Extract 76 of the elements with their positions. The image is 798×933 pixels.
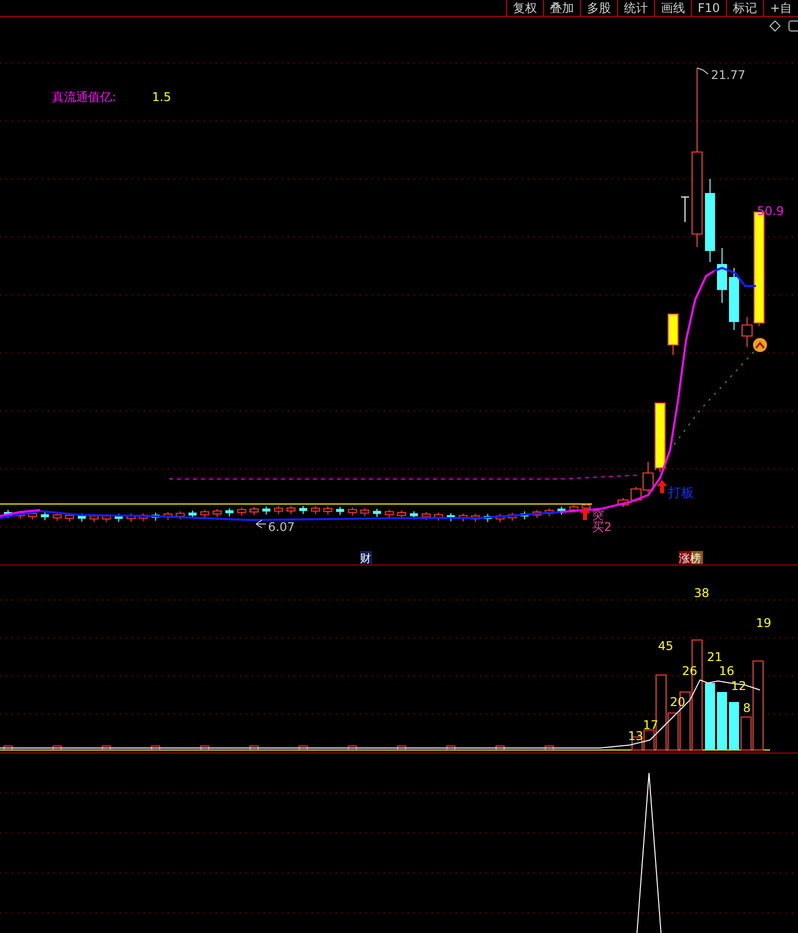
candlestick — [65, 512, 74, 522]
diamond-icon[interactable] — [769, 20, 781, 32]
candlestick — [532, 509, 542, 518]
candlestick — [520, 510, 529, 520]
indicator-label: 真流通值亿: — [52, 90, 116, 104]
signal-arrow-icon — [580, 507, 590, 520]
volume-label: 45 — [658, 639, 674, 653]
volume-bar — [544, 746, 554, 750]
candlestick — [410, 510, 418, 520]
volume-bar — [397, 746, 406, 750]
high-price-label: 21.77 — [711, 68, 746, 82]
candlestick — [28, 511, 38, 520]
candlestick — [446, 512, 455, 522]
signal-label: 突 — [592, 508, 604, 522]
indicator-value: 1.5 — [152, 90, 172, 104]
volume-bar — [348, 746, 357, 750]
candlestick — [188, 510, 196, 520]
candlestick — [176, 510, 185, 520]
volume-bar — [729, 702, 739, 750]
volume-bar — [717, 692, 727, 750]
low-price-label: 6.07 — [268, 520, 295, 534]
candlestick — [225, 508, 234, 517]
signal-label: 买2 — [592, 520, 612, 534]
volume-bar — [200, 746, 210, 750]
candlestick — [250, 506, 258, 516]
candlestick — [360, 508, 370, 517]
candlestick — [200, 509, 210, 518]
candlestick — [558, 506, 566, 516]
candlestick — [163, 512, 172, 521]
candlestick — [4, 510, 12, 518]
volume-bar — [298, 746, 308, 750]
candlestick — [717, 248, 727, 304]
volume-bar — [52, 746, 62, 750]
candlestick — [299, 506, 308, 515]
candlestick — [212, 508, 222, 518]
toggle-icon[interactable] — [788, 20, 798, 32]
candlestick — [484, 514, 492, 522]
candlestick — [336, 506, 344, 516]
candlestick — [384, 509, 394, 518]
volume-bar — [446, 746, 456, 750]
candlestick — [729, 268, 739, 330]
signal-label: 打板 — [668, 486, 694, 501]
candlestick — [373, 508, 381, 518]
candlestick — [52, 512, 62, 522]
volume-label: 19 — [756, 616, 772, 630]
volume-bar — [496, 746, 504, 750]
volume-bar — [4, 746, 12, 750]
candlestick — [348, 506, 357, 516]
signal-arrow-icon — [657, 480, 667, 493]
finance-badge[interactable]: 财 — [360, 551, 372, 565]
arrow-icon — [256, 520, 266, 528]
candlestick — [40, 512, 49, 521]
candlestick — [544, 508, 554, 517]
candlestick — [668, 314, 678, 356]
candlestick — [16, 510, 25, 520]
candlestick — [618, 498, 628, 508]
candlestick — [397, 510, 406, 519]
volume-label: 8 — [743, 701, 751, 715]
volume-bar — [151, 746, 160, 750]
volume-label: 21 — [707, 650, 722, 664]
price-label: 50.9 — [757, 204, 784, 218]
volume-label: 38 — [694, 586, 710, 600]
volume-label: 16 — [719, 664, 734, 678]
volume-bar — [102, 746, 111, 750]
up-arrow-icon — [753, 338, 767, 352]
candlestick — [114, 513, 123, 522]
candlestick — [78, 513, 86, 522]
candlestick — [152, 512, 160, 522]
candlestick — [237, 507, 246, 516]
leader-line — [696, 68, 708, 74]
volume-bar — [705, 683, 715, 750]
rank-badge[interactable]: 涨榜 — [679, 551, 703, 565]
candlestick — [569, 504, 578, 514]
candlestick — [262, 506, 270, 516]
candlestick — [680, 196, 690, 222]
volume-bar — [250, 746, 258, 750]
